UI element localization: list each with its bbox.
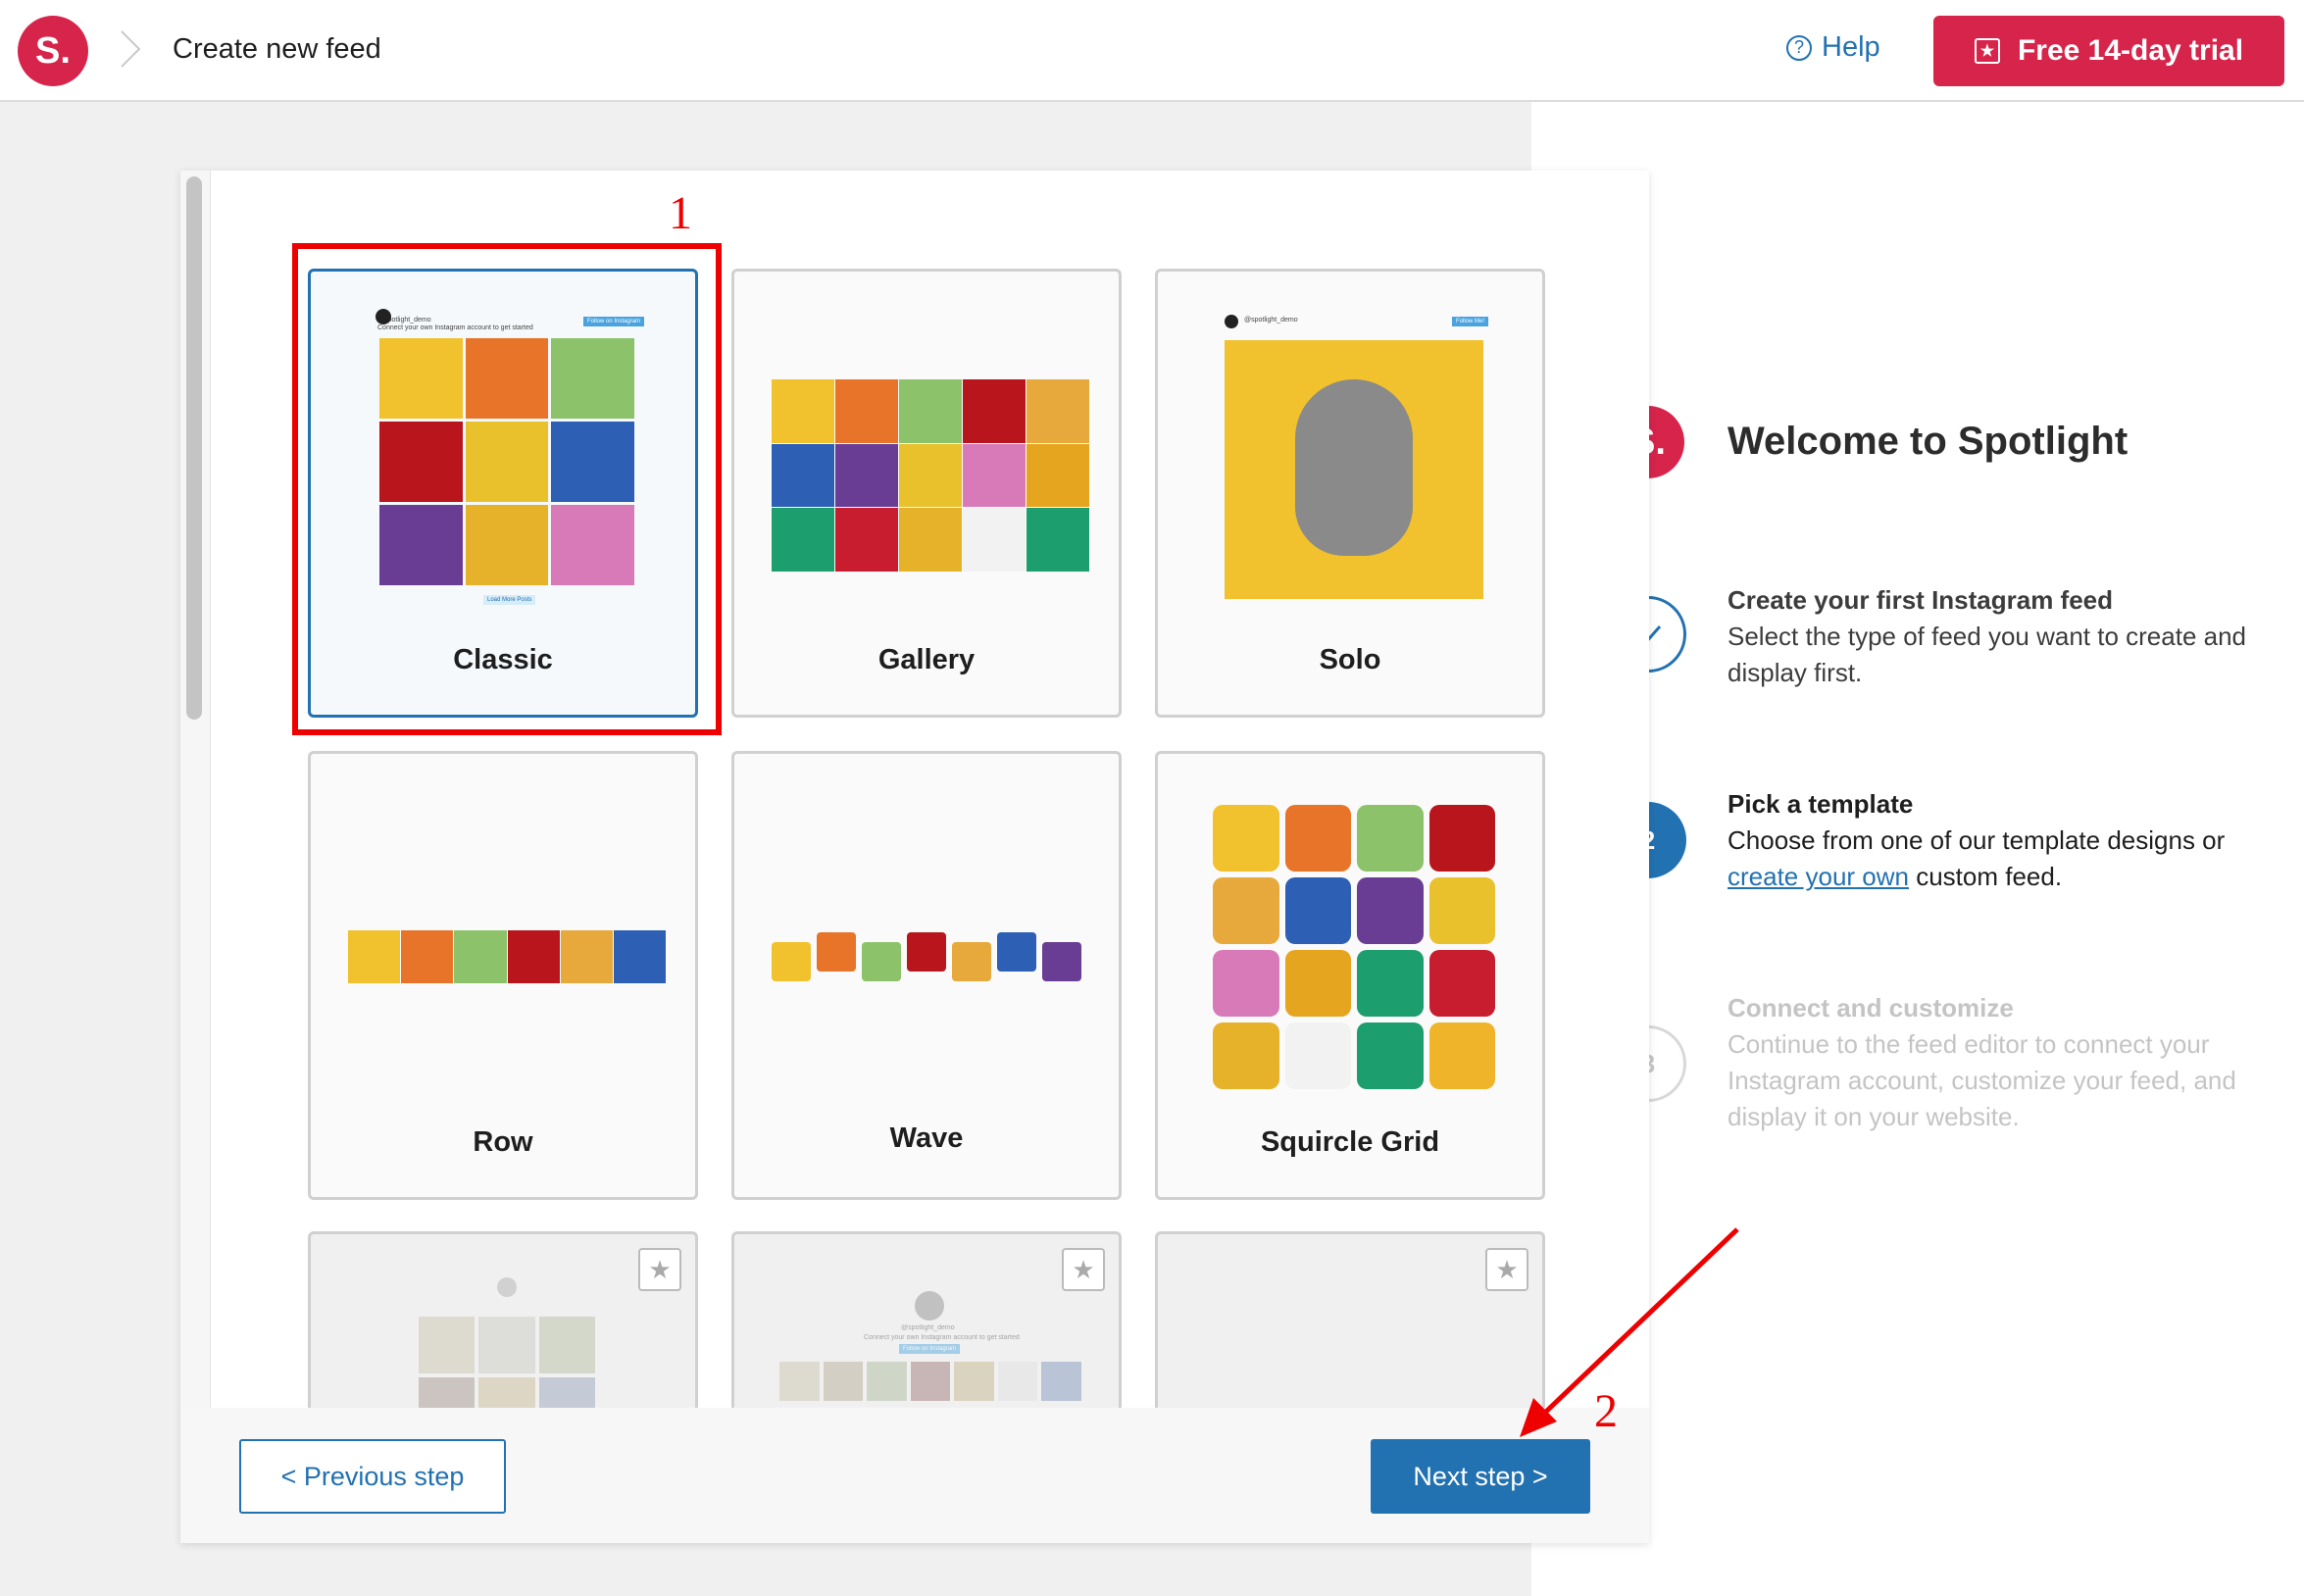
template-solo[interactable]: @spotlight_demo Follow Me! Solo <box>1155 269 1545 718</box>
dog-shape <box>1295 379 1413 556</box>
step-2-desc: Choose from one of our template designs … <box>1728 823 2277 895</box>
chevron-right-icon <box>121 30 141 68</box>
create-your-own-link[interactable]: create your own <box>1728 862 1909 891</box>
template-gallery[interactable]: Gallery <box>731 269 1122 718</box>
avatar <box>1225 315 1238 328</box>
avatar <box>915 1291 944 1321</box>
locked-2-preview-connect: Connect your own Instagram account to ge… <box>864 1334 1020 1341</box>
free-trial-button[interactable]: ★ Free 14-day trial <box>1933 16 2284 86</box>
template-name: Solo <box>1319 644 1381 675</box>
step-2-desc-text: Choose from one of our template designs … <box>1728 825 2226 855</box>
help-icon: ? <box>1786 34 1812 61</box>
premium-star-icon: ★ <box>638 1248 681 1291</box>
template-squircle-grid[interactable]: Squircle Grid <box>1155 751 1545 1200</box>
help-label: Help <box>1822 31 1880 63</box>
step-3-title: Connect and customize <box>1728 993 2014 1022</box>
step-2-title: Pick a template <box>1728 789 1914 819</box>
step-3: Connect and customize Continue to the fe… <box>1728 990 2277 1135</box>
template-locked-1[interactable]: ★ <box>308 1231 698 1408</box>
template-name: Squircle Grid <box>1260 1126 1440 1158</box>
scrollbar-thumb[interactable] <box>186 176 202 720</box>
free-trial-label: Free 14-day trial <box>2017 34 2244 67</box>
solo-preview-follow: Follow Me! <box>1452 317 1489 326</box>
spotlight-logo[interactable]: S. <box>18 16 88 86</box>
template-locked-3[interactable]: ★ <box>1155 1231 1545 1408</box>
next-step-button[interactable]: Next step > <box>1371 1439 1590 1514</box>
welcome-title: Welcome to Spotlight <box>1728 420 2129 463</box>
top-bar: S. Create new feed ? Help ★ Free 14-day … <box>0 0 2304 102</box>
star-icon: ★ <box>1974 38 2000 64</box>
template-name: Row <box>473 1126 533 1158</box>
step-1-desc: Select the type of feed you want to crea… <box>1728 622 2247 687</box>
step-2: Pick a template Choose from one of our t… <box>1728 786 2277 895</box>
step-1: Create your first Instagram feed Select … <box>1728 582 2277 691</box>
locked-2-photo-strip <box>779 1362 1081 1401</box>
squircle-photo-grid <box>1213 805 1495 1089</box>
locked-1-photo-grid <box>419 1317 595 1408</box>
locked-2-preview-handle: @spotlight_demo <box>901 1324 955 1331</box>
step-2-desc-end: custom feed. <box>1908 862 2063 891</box>
solo-preview-handle: @spotlight_demo <box>1244 317 1298 324</box>
template-locked-2[interactable]: ★ @spotlight_demo Connect your own Insta… <box>731 1231 1122 1408</box>
template-name: Wave <box>889 1122 964 1154</box>
annotation-number-1: 1 <box>669 187 692 239</box>
locked-2-preview-follow: Follow on Instagram <box>899 1344 961 1354</box>
solo-photo <box>1225 340 1483 599</box>
template-row[interactable]: Row <box>308 751 698 1200</box>
breadcrumb: Create new feed <box>173 33 381 65</box>
annotation-highlight-box <box>292 243 722 735</box>
row-photo-strip <box>348 930 666 983</box>
avatar <box>497 1277 517 1297</box>
template-wave[interactable]: Wave <box>731 751 1122 1200</box>
premium-star-icon: ★ <box>1062 1248 1105 1291</box>
step-3-desc: Continue to the feed editor to connect y… <box>1728 1029 2236 1131</box>
step-1-title: Create your first Instagram feed <box>1728 585 2114 615</box>
gallery-photo-grid <box>772 379 1089 572</box>
annotation-arrow-icon <box>1520 1227 1739 1437</box>
previous-step-button[interactable]: < Previous step <box>239 1439 506 1514</box>
help-link[interactable]: ? Help <box>1786 31 1880 64</box>
template-name: Gallery <box>877 644 976 675</box>
